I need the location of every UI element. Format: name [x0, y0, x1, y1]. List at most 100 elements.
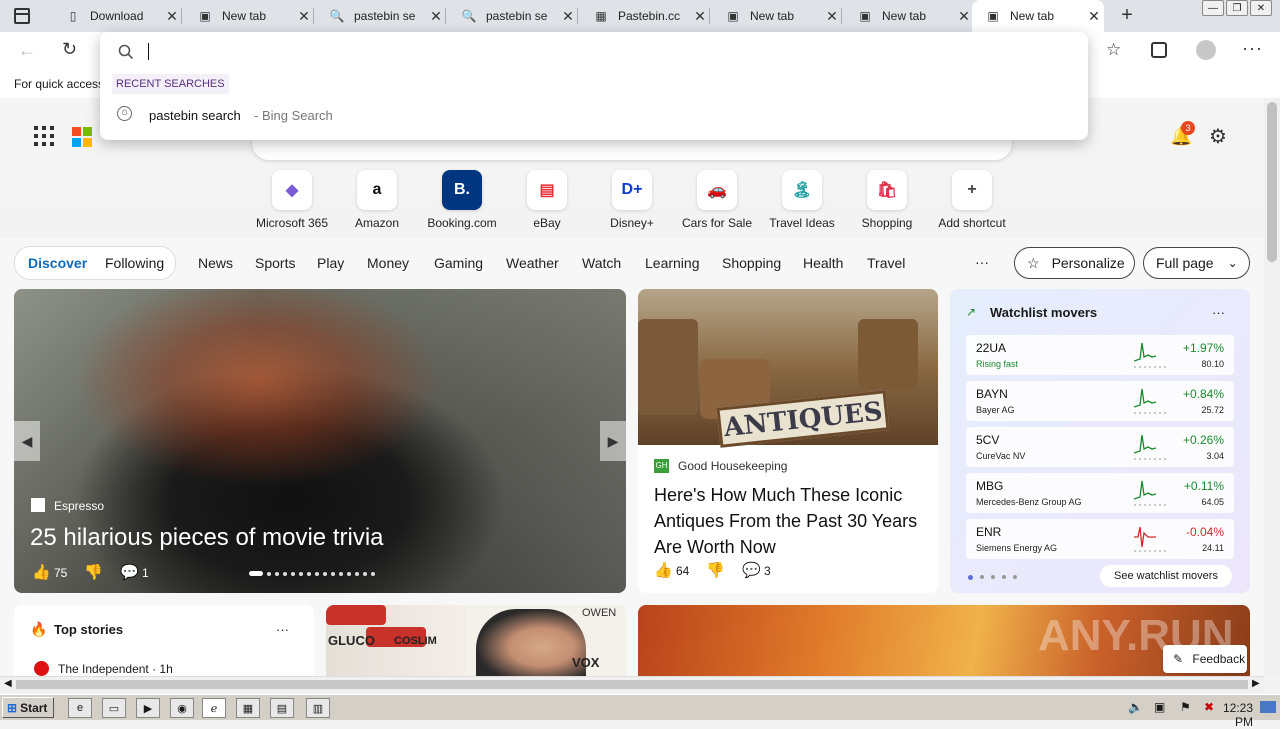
- network-icon[interactable]: ▣: [1154, 700, 1165, 714]
- feed-nav-gaming[interactable]: Gaming: [434, 246, 483, 280]
- watchlist-stock-row[interactable]: 5CV CureVac NV +0.26% 3.04: [966, 427, 1234, 467]
- ad-card[interactable]: GLUCO COSLIM VOX OWEN: [326, 605, 626, 676]
- back-button[interactable]: ←: [18, 40, 36, 61]
- close-tab-icon[interactable]: ✕: [162, 8, 182, 25]
- horizontal-scrollbar[interactable]: ◀ ▶: [0, 676, 1264, 692]
- feed-nav-travel[interactable]: Travel: [867, 246, 905, 280]
- minimize-button[interactable]: —: [1202, 0, 1224, 16]
- restore-button[interactable]: ❐: [1226, 0, 1248, 16]
- tab[interactable]: 🔍 pastebin se ✕: [448, 0, 578, 32]
- close-tab-icon[interactable]: ✕: [426, 8, 446, 25]
- vertical-scroll-thumb[interactable]: [1267, 102, 1277, 262]
- refresh-button[interactable]: ↻: [62, 39, 77, 60]
- feed-nav-news[interactable]: News: [198, 246, 233, 280]
- tab-actions-icon[interactable]: [14, 8, 30, 24]
- comment-icon[interactable]: 💬: [742, 561, 761, 579]
- like-icon[interactable]: 👍: [654, 561, 673, 579]
- address-input-caret[interactable]: [148, 43, 149, 60]
- vertical-scrollbar[interactable]: [1264, 98, 1280, 676]
- feedback-button[interactable]: ✎ Feedback: [1163, 645, 1247, 673]
- favorites-star-icon[interactable]: ☆: [1106, 40, 1121, 60]
- feed-nav-health[interactable]: Health: [803, 246, 843, 280]
- close-tab-icon[interactable]: ✕: [822, 8, 842, 25]
- winrar-icon[interactable]: ▥: [306, 698, 330, 718]
- feed-nav-play[interactable]: Play: [317, 246, 344, 280]
- bottom-image-card[interactable]: ANY.RUN ✎ Feedback: [638, 605, 1250, 676]
- apps-launcher-icon[interactable]: [34, 126, 54, 146]
- volume-icon[interactable]: 🔈: [1128, 700, 1143, 714]
- suggestion-row[interactable]: ⏲ pastebin search - Bing Search: [100, 100, 1088, 130]
- horizontal-scroll-thumb[interactable]: [16, 680, 1248, 689]
- address-bar[interactable]: [100, 32, 1088, 70]
- dislike-icon[interactable]: 👎: [84, 563, 103, 581]
- top-stories-more-button[interactable]: ···: [276, 622, 289, 637]
- feed-nav-weather[interactable]: Weather: [506, 246, 559, 280]
- tab[interactable]: ▣ New tab ✕: [972, 0, 1104, 32]
- ie-icon[interactable]: e: [68, 698, 92, 718]
- shortcut-label: Amazon: [354, 216, 400, 230]
- hero-card[interactable]: ◀ ▶ Espresso 25 hilarious pieces of movi…: [14, 289, 626, 593]
- media-player-icon[interactable]: ▶: [136, 698, 160, 718]
- tab[interactable]: ▣ New tab ✕: [712, 0, 842, 32]
- close-tab-icon[interactable]: ✕: [690, 8, 710, 25]
- tab[interactable]: ▯ Download ✕: [52, 0, 182, 32]
- watchlist-more-button[interactable]: ···: [1212, 305, 1225, 320]
- flag-icon[interactable]: ⚑: [1180, 700, 1191, 714]
- hero-title[interactable]: 25 hilarious pieces of movie trivia: [30, 524, 384, 552]
- profile-avatar[interactable]: [1196, 40, 1216, 60]
- shortcut-microsoft365[interactable]: ◆ Microsoft 365: [252, 170, 332, 230]
- tab-discover[interactable]: Discover: [28, 255, 87, 271]
- tab[interactable]: ▣ New tab ✕: [844, 0, 974, 32]
- close-window-button[interactable]: ✕: [1250, 0, 1272, 16]
- scroll-right-arrow-icon[interactable]: ▶: [1252, 678, 1260, 689]
- close-tab-icon[interactable]: ✕: [954, 8, 974, 25]
- shortcut-shopping[interactable]: 🛍 Shopping: [847, 170, 927, 230]
- feed-nav-watch[interactable]: Watch: [582, 246, 621, 280]
- shortcut-travel[interactable]: 🏝 Travel Ideas: [762, 170, 842, 230]
- personalize-button[interactable]: ☆ Personalize: [1014, 247, 1135, 279]
- notepad-icon[interactable]: ▤: [270, 698, 294, 718]
- full-page-dropdown[interactable]: Full page ⌄: [1143, 247, 1250, 279]
- show-desktop-icon[interactable]: [1260, 701, 1276, 713]
- watchlist-stock-row[interactable]: BAYN Bayer AG +0.84% 25.72: [966, 381, 1234, 421]
- chrome-icon[interactable]: ◉: [170, 698, 194, 718]
- watchlist-stock-row[interactable]: 22UA Rising fast +1.97% 80.10: [966, 335, 1234, 375]
- shortcut-car[interactable]: 🚗 Cars for Sale: [677, 170, 757, 230]
- new-tab-button[interactable]: +: [1116, 4, 1138, 26]
- shortcut-ebay[interactable]: ▤ eBay: [507, 170, 587, 230]
- feed-nav-shopping[interactable]: Shopping: [722, 246, 781, 280]
- close-tab-icon[interactable]: ✕: [558, 8, 578, 25]
- article-card[interactable]: ANTIQUES GH Good Housekeeping Here's How…: [638, 289, 938, 593]
- shortcut-amazon[interactable]: a Amazon: [337, 170, 417, 230]
- scroll-left-arrow-icon[interactable]: ◀: [4, 678, 12, 689]
- carousel-next-button[interactable]: ▶: [600, 421, 626, 461]
- folder-icon[interactable]: ▭: [102, 698, 126, 718]
- see-watchlist-movers-button[interactable]: See watchlist movers: [1100, 565, 1232, 587]
- comment-icon[interactable]: 💬: [120, 563, 139, 581]
- edge-icon[interactable]: ℯ: [202, 698, 226, 718]
- settings-more-icon[interactable]: ···: [1242, 38, 1263, 59]
- shortcut-disney[interactable]: D+ Disney+: [592, 170, 672, 230]
- feed-nav-money[interactable]: Money: [367, 246, 409, 280]
- start-button[interactable]: ⊞ Start: [2, 697, 54, 718]
- feed-nav-sports[interactable]: Sports: [255, 246, 295, 280]
- page-settings-gear-icon[interactable]: ⚙: [1209, 124, 1227, 149]
- article2-title[interactable]: Here's How Much These Iconic Antiques Fr…: [654, 482, 930, 560]
- like-icon[interactable]: 👍: [32, 563, 51, 581]
- close-tab-icon[interactable]: ✕: [1084, 8, 1104, 25]
- watchlist-stock-row[interactable]: ENR Siemens Energy AG -0.04% 24.11: [966, 519, 1234, 559]
- app-icon[interactable]: ▦: [236, 698, 260, 718]
- dislike-icon[interactable]: 👎: [706, 561, 725, 579]
- shortcut-plus[interactable]: + Add shortcut: [932, 170, 1012, 230]
- watchlist-stock-row[interactable]: MBG Mercedes-Benz Group AG +0.11% 64.05: [966, 473, 1234, 513]
- close-tab-icon[interactable]: ✕: [294, 8, 314, 25]
- tab[interactable]: ▣ New tab ✕: [184, 0, 314, 32]
- tab-following[interactable]: Following: [105, 255, 164, 271]
- feed-nav-learning[interactable]: Learning: [645, 246, 700, 280]
- feed-more-button[interactable]: ···: [975, 254, 989, 270]
- tab[interactable]: ▦ Pastebin.cc ✕: [580, 0, 710, 32]
- carousel-prev-button[interactable]: ◀: [14, 421, 40, 461]
- shortcut-booking[interactable]: B. Booking.com: [422, 170, 502, 230]
- collections-icon[interactable]: [1151, 42, 1167, 58]
- tab[interactable]: 🔍 pastebin se ✕: [316, 0, 446, 32]
